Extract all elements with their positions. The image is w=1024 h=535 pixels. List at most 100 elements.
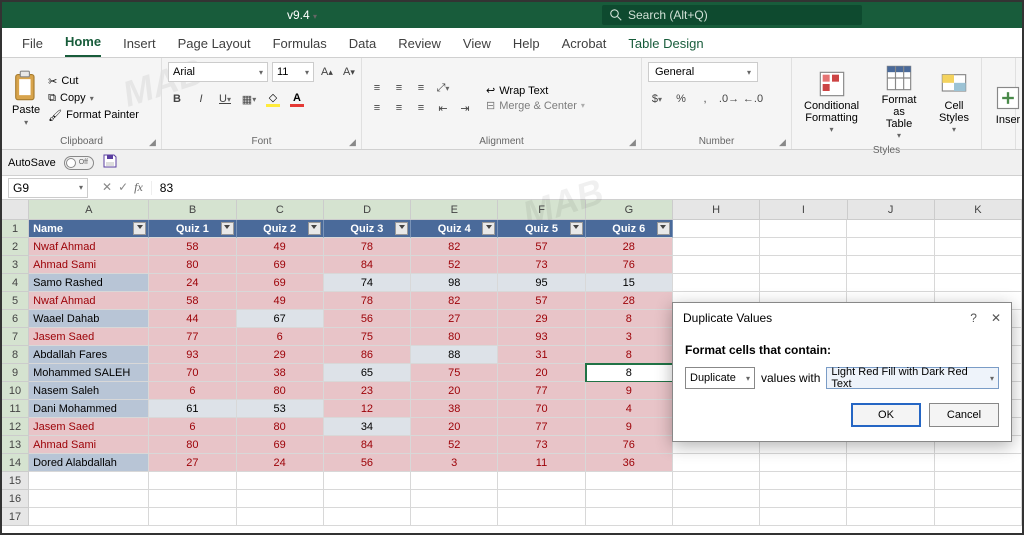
table-header[interactable]: Quiz 2 <box>237 220 324 238</box>
cell[interactable] <box>237 472 324 490</box>
clipboard-launcher[interactable]: ◢ <box>149 137 159 147</box>
cell[interactable]: 52 <box>411 436 498 454</box>
cell[interactable] <box>149 490 236 508</box>
cell[interactable]: 4 <box>586 400 673 418</box>
cell[interactable] <box>324 490 411 508</box>
cell[interactable]: 56 <box>324 454 411 472</box>
col-header-F[interactable]: F <box>498 200 585 219</box>
cell[interactable]: 86 <box>324 346 411 364</box>
cell[interactable] <box>673 490 760 508</box>
cell[interactable]: 34 <box>324 418 411 436</box>
font-name-select[interactable]: Arial▾ <box>168 62 268 82</box>
cell[interactable]: 78 <box>324 238 411 256</box>
cell[interactable]: 8 <box>586 364 673 382</box>
currency-button[interactable]: $▾ <box>648 90 666 108</box>
table-header[interactable]: Quiz 6 <box>586 220 673 238</box>
cell[interactable] <box>935 490 1022 508</box>
formula-input[interactable]: 83 <box>151 181 1022 195</box>
cell[interactable]: 70 <box>149 364 236 382</box>
cell[interactable] <box>847 256 934 274</box>
cell-name[interactable]: Samo Rashed <box>29 274 149 292</box>
cell[interactable]: 57 <box>498 292 585 310</box>
cell[interactable]: 3 <box>411 454 498 472</box>
table-header[interactable]: Quiz 1 <box>149 220 236 238</box>
row-header[interactable]: 14 <box>2 454 29 472</box>
cell[interactable]: 23 <box>324 382 411 400</box>
cell[interactable]: 70 <box>498 400 585 418</box>
insert-cells-button[interactable]: Inser <box>988 82 1024 128</box>
cell[interactable] <box>760 508 847 526</box>
autosave-toggle[interactable]: Off <box>64 156 94 170</box>
dup-style-select[interactable]: Light Red Fill with Dark Red Text▾ <box>826 367 999 389</box>
cell[interactable]: 29 <box>498 310 585 328</box>
cell[interactable] <box>498 472 585 490</box>
cell[interactable] <box>324 508 411 526</box>
col-header-H[interactable]: H <box>673 200 760 219</box>
decrease-decimal-button[interactable]: ←.0 <box>744 90 762 108</box>
tab-page-layout[interactable]: Page Layout <box>178 36 251 57</box>
cell[interactable] <box>237 508 324 526</box>
cell[interactable] <box>149 472 236 490</box>
cell-name[interactable]: Nasem Saleh <box>29 382 149 400</box>
cell[interactable]: 24 <box>149 274 236 292</box>
comma-button[interactable]: , <box>696 90 714 108</box>
cell[interactable]: 15 <box>586 274 673 292</box>
cell[interactable] <box>673 274 760 292</box>
cell[interactable]: 29 <box>237 346 324 364</box>
cell[interactable] <box>847 454 934 472</box>
tab-review[interactable]: Review <box>398 36 441 57</box>
cell[interactable] <box>847 508 934 526</box>
col-header-G[interactable]: G <box>586 200 673 219</box>
cell-name[interactable]: Nwaf Ahmad <box>29 238 149 256</box>
row-header[interactable]: 7 <box>2 328 29 346</box>
cell[interactable]: 56 <box>324 310 411 328</box>
cell[interactable]: 58 <box>149 238 236 256</box>
cell-name[interactable]: Abdallah Fares <box>29 346 149 364</box>
cell[interactable]: 27 <box>149 454 236 472</box>
cell[interactable] <box>673 256 760 274</box>
row-header[interactable]: 13 <box>2 436 29 454</box>
filter-button[interactable] <box>221 222 234 235</box>
font-launcher[interactable]: ◢ <box>349 137 359 147</box>
cell[interactable] <box>586 472 673 490</box>
cell[interactable]: 93 <box>498 328 585 346</box>
conditional-formatting-button[interactable]: Conditional Formatting▾ <box>798 68 865 137</box>
tab-insert[interactable]: Insert <box>123 36 156 57</box>
help-button[interactable]: ? <box>970 311 977 325</box>
cell-name[interactable]: Dored Alabdallah <box>29 454 149 472</box>
cell[interactable] <box>760 238 847 256</box>
font-color-button[interactable]: A <box>288 92 306 107</box>
cell-name[interactable]: Jasem Saed <box>29 418 149 436</box>
save-button[interactable] <box>102 153 118 172</box>
cell[interactable] <box>673 472 760 490</box>
cell[interactable]: 65 <box>324 364 411 382</box>
borders-button[interactable]: ▦▾ <box>240 90 258 108</box>
col-header-K[interactable]: K <box>935 200 1022 219</box>
cell[interactable]: 38 <box>411 400 498 418</box>
cell[interactable]: 77 <box>498 382 585 400</box>
cell[interactable]: 84 <box>324 436 411 454</box>
cell[interactable] <box>673 508 760 526</box>
cell[interactable]: 67 <box>237 310 324 328</box>
row-header[interactable]: 15 <box>2 472 29 490</box>
row-header[interactable]: 16 <box>2 490 29 508</box>
col-header-D[interactable]: D <box>324 200 411 219</box>
row-header[interactable]: 12 <box>2 418 29 436</box>
filter-button[interactable] <box>395 222 408 235</box>
table-header[interactable]: Quiz 5 <box>498 220 585 238</box>
cell[interactable] <box>935 238 1022 256</box>
cell[interactable] <box>935 454 1022 472</box>
number-launcher[interactable]: ◢ <box>779 137 789 147</box>
align-top-button[interactable]: ≡ <box>368 79 386 97</box>
cell[interactable]: 49 <box>237 292 324 310</box>
cell[interactable]: 95 <box>498 274 585 292</box>
col-header-J[interactable]: J <box>848 200 935 219</box>
filter-button[interactable] <box>482 222 495 235</box>
row-header[interactable]: 2 <box>2 238 29 256</box>
tab-file[interactable]: File <box>22 36 43 57</box>
cell[interactable] <box>29 490 149 508</box>
cell[interactable] <box>29 472 149 490</box>
row-header[interactable]: 11 <box>2 400 29 418</box>
cell[interactable]: 6 <box>149 418 236 436</box>
tab-table-design[interactable]: Table Design <box>628 36 703 57</box>
